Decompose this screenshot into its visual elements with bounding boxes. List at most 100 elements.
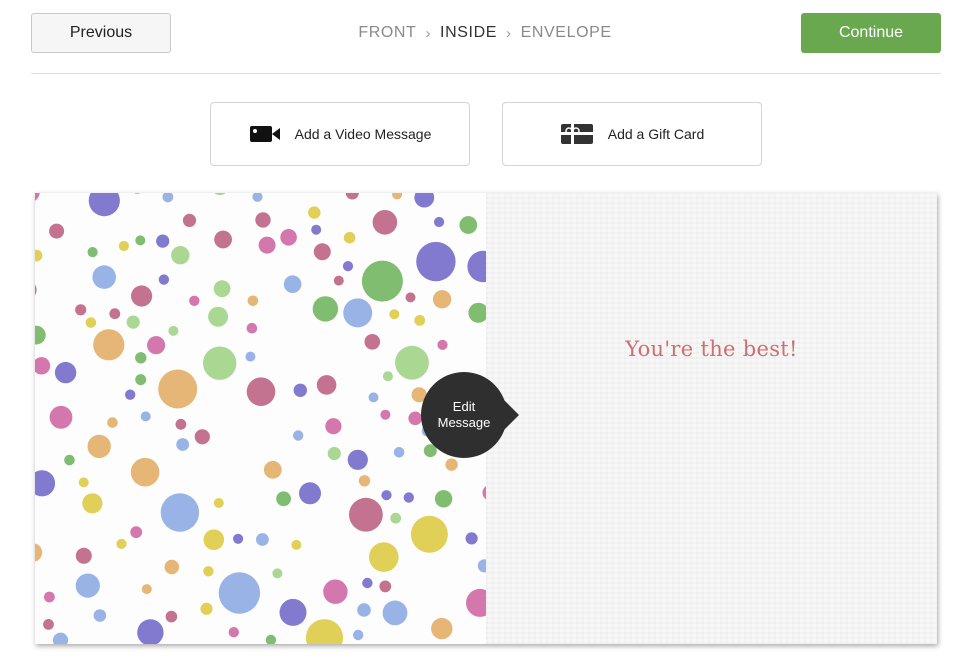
polka-dot xyxy=(347,449,368,470)
polka-dot xyxy=(368,392,379,403)
polka-dot xyxy=(327,446,341,461)
polka-dot xyxy=(353,629,364,641)
polka-dot xyxy=(382,600,408,626)
video-camera-icon xyxy=(249,124,281,144)
polka-dot xyxy=(233,533,244,544)
step-envelope[interactable]: ENVELOPE xyxy=(521,24,612,42)
polka-dot xyxy=(246,377,276,406)
polka-dot xyxy=(459,216,478,234)
polka-dot xyxy=(156,234,170,248)
polka-dot xyxy=(325,418,342,435)
step-inside[interactable]: INSIDE xyxy=(440,24,497,42)
add-video-message-label: Add a Video Message xyxy=(294,126,432,142)
polka-dot xyxy=(312,296,339,322)
step-front[interactable]: FRONT xyxy=(358,24,416,42)
polka-dot xyxy=(35,193,40,201)
polka-dot xyxy=(182,213,197,227)
polka-dot xyxy=(35,249,43,262)
polka-dot xyxy=(283,275,302,293)
polka-dot xyxy=(134,193,141,194)
polka-dot xyxy=(35,357,51,375)
polka-dot xyxy=(434,216,445,228)
polka-dot xyxy=(213,280,231,298)
chevron-right-icon: › xyxy=(425,24,432,42)
polka-dot xyxy=(293,383,307,397)
polka-dot xyxy=(380,409,391,420)
polka-dot xyxy=(130,457,160,487)
add-video-message-button[interactable]: Add a Video Message xyxy=(210,102,470,166)
polka-dot xyxy=(313,243,331,261)
polka-dot xyxy=(279,598,307,626)
polka-dot xyxy=(343,231,356,244)
polka-dot xyxy=(382,371,393,382)
polka-dot xyxy=(258,236,276,254)
polka-dot xyxy=(316,375,337,395)
polka-dot xyxy=(52,632,69,644)
polka-dot xyxy=(203,566,214,577)
polka-dot xyxy=(168,325,179,336)
polka-dot xyxy=(85,317,97,328)
edit-message-button[interactable]: Edit Message xyxy=(421,372,519,458)
polka-dot xyxy=(140,411,151,422)
polka-dot xyxy=(130,526,143,539)
polka-dot xyxy=(194,429,210,445)
polka-dot xyxy=(357,603,371,617)
polka-dot xyxy=(408,411,423,426)
polka-dot xyxy=(345,193,359,200)
polka-dot-pattern xyxy=(35,193,486,644)
polka-dot xyxy=(311,224,322,235)
polka-dot xyxy=(125,389,136,400)
polka-dot xyxy=(252,193,263,202)
polka-dot xyxy=(213,498,224,508)
polka-dot xyxy=(263,460,282,479)
polka-dot xyxy=(214,193,226,196)
card-inside-right-panel[interactable]: You're the best! xyxy=(486,193,937,644)
polka-dot xyxy=(78,477,89,488)
polka-dot xyxy=(171,246,190,265)
continue-button[interactable]: Continue xyxy=(801,13,941,53)
top-navigation: Previous FRONT › INSIDE › ENVELOPE Conti… xyxy=(0,0,962,74)
polka-dot xyxy=(75,304,87,316)
polka-dot xyxy=(135,352,147,364)
polka-dot xyxy=(203,346,237,380)
polka-dot xyxy=(189,295,200,306)
polka-dot xyxy=(200,602,213,615)
header-divider xyxy=(31,73,941,74)
polka-dot xyxy=(43,619,54,630)
polka-dot xyxy=(379,580,392,593)
polka-dot xyxy=(369,542,399,572)
polka-dot xyxy=(362,577,373,589)
polka-dot xyxy=(87,434,111,459)
polka-dot xyxy=(465,532,478,545)
polka-dot xyxy=(247,295,259,307)
polka-dot xyxy=(280,229,297,246)
polka-dot xyxy=(35,470,56,497)
polka-dot xyxy=(255,212,271,228)
polka-dot xyxy=(75,547,92,564)
polka-dot xyxy=(246,322,258,334)
polka-dot xyxy=(342,261,354,272)
add-gift-card-button[interactable]: Add a Gift Card xyxy=(502,102,762,166)
polka-dot xyxy=(361,260,403,302)
edit-message-label-line1: Edit xyxy=(452,399,476,414)
polka-dot xyxy=(82,493,103,514)
polka-dot xyxy=(414,193,435,208)
add-gift-card-label: Add a Gift Card xyxy=(607,126,705,142)
previous-button[interactable]: Previous xyxy=(31,13,171,53)
polka-dot xyxy=(299,482,321,505)
polka-dot xyxy=(393,447,405,458)
polka-dot xyxy=(445,458,458,471)
polka-dot xyxy=(228,627,239,638)
polka-dot xyxy=(49,223,65,239)
card-message-text[interactable]: You're the best! xyxy=(486,337,937,361)
polka-dot xyxy=(416,241,456,282)
polka-dot xyxy=(358,475,371,487)
polka-dot xyxy=(49,405,73,429)
polka-dot xyxy=(364,334,381,350)
polka-dot xyxy=(434,490,453,508)
polka-dot xyxy=(175,418,187,430)
polka-dot xyxy=(467,250,486,283)
polka-dot xyxy=(276,491,291,507)
polka-dot xyxy=(414,315,426,326)
polka-dot xyxy=(176,438,190,451)
